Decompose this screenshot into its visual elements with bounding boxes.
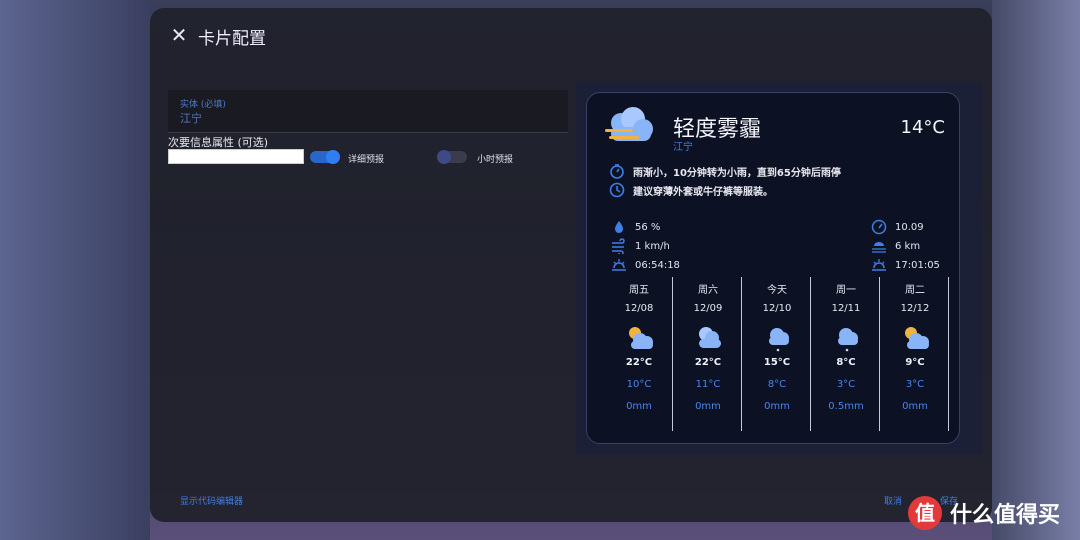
card-config-dialog: ✕ 卡片配置 实体 (必填) 江宁 次要信息属性 (可选) 详细预报 小时预报 …: [150, 8, 992, 522]
forecast-date: 12/09: [693, 303, 723, 314]
wind-icon: [612, 238, 625, 254]
forecast-high: 22°C: [694, 357, 722, 368]
toggle-knob: [437, 150, 451, 164]
sunrise-icon: [612, 259, 626, 271]
visibility-icon: [872, 242, 886, 253]
forecast-day: 周一 12/11 8°C 3°C 0.5mm: [812, 277, 880, 431]
forecast-low: 8°C: [767, 379, 787, 390]
forecast-rain: 0mm: [902, 401, 928, 412]
forecast-day: 今天 12/10 15°C 8°C 0mm: [743, 277, 811, 431]
sunset-icon: [872, 259, 886, 271]
forecast-high: 9°C: [905, 357, 925, 368]
forecast-divider: [879, 277, 880, 431]
secondary-info-input[interactable]: [168, 149, 304, 164]
haze-cloud-icon: [605, 107, 653, 141]
sunrise-stat: 06:54:18: [611, 257, 680, 273]
forecast-date: 12/11: [831, 303, 861, 314]
sun-cloud-icon: [629, 327, 653, 349]
forecast-weekday: 周五: [629, 285, 649, 296]
weather-card: 轻度雾霾 江宁 14°C 雨渐小，10分钟转为小雨，直到65分钟后雨停 建议穿薄…: [586, 92, 960, 444]
detail-forecast-toggle[interactable]: [310, 150, 340, 164]
toggle-knob: [326, 150, 340, 164]
secondary-info-label: 次要信息属性 (可选): [168, 136, 269, 149]
hourly-forecast-toggle[interactable]: [437, 150, 467, 164]
forecast-high: 15°C: [763, 357, 791, 368]
sunset-value: 17:01:05: [895, 259, 940, 271]
detail-forecast-label: 详细预报: [348, 155, 385, 165]
forecast-divider: [810, 277, 811, 431]
hourly-forecast-label: 小时预报: [477, 155, 514, 165]
forecast-date: 12/12: [900, 303, 930, 314]
entity-label: 实体 (必填): [180, 100, 226, 110]
dialog-title: 卡片配置: [198, 29, 266, 49]
timer-icon: [610, 164, 624, 179]
rain-cloud-icon: [769, 328, 789, 352]
current-temperature: 14°C: [900, 117, 945, 138]
forecast-day: 周二 12/12 9°C 3°C 0mm: [881, 277, 949, 431]
forecast-divider: [741, 277, 742, 431]
cancel-button[interactable]: 取消: [884, 494, 902, 507]
show-code-editor-link[interactable]: 显示代码编辑器: [180, 494, 243, 507]
watermark-logo: 值: [908, 496, 942, 530]
clothing-advice: 建议穿薄外套或牛仔裤等服装。: [609, 182, 773, 198]
daily-forecast: 周五 12/08 22°C 10°C 0mm 周六 12/09 22°C 11°…: [605, 277, 951, 431]
forecast-date: 12/08: [624, 303, 654, 314]
forecast-weekday: 周一: [836, 285, 856, 296]
entity-field[interactable]: 实体 (必填) 江宁: [168, 90, 568, 133]
forecast-rain: 0.5mm: [828, 401, 864, 412]
forecast-day: 周五 12/08 22°C 10°C 0mm: [605, 277, 673, 431]
watermark: 值 什么值得买: [908, 496, 1060, 530]
forecast-weekday: 周二: [905, 285, 925, 296]
forecast-day: 周六 12/09 22°C 11°C 0mm: [674, 277, 742, 431]
wind-stat: 1 km/h: [611, 238, 670, 254]
visibility-stat: 6 km: [871, 238, 920, 254]
wind-value: 1 km/h: [635, 240, 670, 252]
forecast-weekday: 今天: [767, 285, 787, 296]
clock-icon: [609, 182, 625, 198]
forecast-rain: 0mm: [764, 401, 790, 412]
pressure-stat: 10.09: [871, 219, 924, 235]
forecast-low: 3°C: [905, 379, 925, 390]
forecast-divider: [672, 277, 673, 431]
background-right: [992, 0, 1080, 540]
forecast-high: 22°C: [625, 357, 653, 368]
watermark-text: 什么值得买: [950, 503, 1061, 528]
background-left: [0, 0, 150, 540]
visibility-value: 6 km: [895, 240, 921, 252]
cloud-icon: [699, 327, 721, 348]
pressure-value: 10.09: [895, 221, 924, 233]
forecast-date: 12/10: [762, 303, 792, 314]
forecast-divider: [948, 277, 949, 431]
location-text: 江宁: [673, 142, 693, 153]
precipitation-alert: 雨渐小，10分钟转为小雨，直到65分钟后雨停: [609, 163, 841, 179]
forecast-weekday: 周六: [698, 285, 718, 296]
entity-value: 江宁: [180, 112, 202, 125]
alert-text: 雨渐小，10分钟转为小雨，直到65分钟后雨停: [633, 167, 841, 179]
humidity-icon: [615, 221, 623, 233]
pressure-gauge-icon: [871, 219, 887, 235]
forecast-high: 8°C: [836, 357, 856, 368]
sun-cloud-icon: [905, 327, 929, 349]
rain-cloud-icon: [838, 328, 858, 352]
sunset-stat: 17:01:05: [871, 257, 940, 273]
close-icon[interactable]: ✕: [168, 24, 190, 46]
dialog-header: ✕ 卡片配置: [150, 8, 992, 64]
forecast-rain: 0mm: [695, 401, 721, 412]
forecast-low: 10°C: [626, 379, 652, 390]
forecast-low: 3°C: [836, 379, 856, 390]
forecast-low: 11°C: [695, 379, 721, 390]
sunrise-value: 06:54:18: [635, 259, 680, 271]
forecast-rain: 0mm: [626, 401, 652, 412]
humidity-value: 56 %: [635, 221, 661, 233]
humidity-stat: 56 %: [611, 219, 660, 235]
advice-text: 建议穿薄外套或牛仔裤等服装。: [633, 186, 773, 198]
